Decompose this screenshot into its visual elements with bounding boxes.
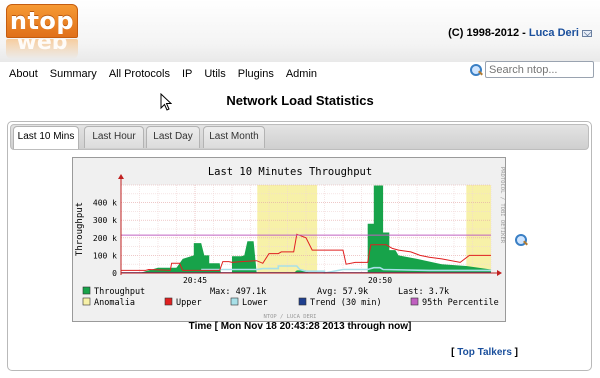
- stat-avg: Avg: 57.9k: [317, 287, 368, 297]
- footer-credit: NTOP / LUCA DERI: [264, 314, 317, 320]
- y-tick-label: 200 k: [93, 234, 117, 243]
- top-talkers: [ Top Talkers ]: [451, 347, 518, 358]
- y-tick-label: 300 k: [93, 216, 117, 225]
- side-credit: PROTOCOL / TOBI OETIKER: [499, 167, 505, 244]
- x-tick-label: 20:45: [183, 276, 207, 285]
- stat-last: Last: 3.7k: [398, 287, 449, 297]
- legend-label-anomalia: Anomalia: [94, 298, 135, 308]
- throughput-chart-svg: Last 10 Minutes Throughput 0 100 k 200 k 300…: [75, 166, 505, 320]
- legend-swatch-trend: [298, 297, 307, 306]
- tab-last-day[interactable]: Last Day: [146, 126, 200, 148]
- top-talkers-suffix: ]: [511, 347, 518, 358]
- x-tick-label: 20:50: [368, 276, 392, 285]
- legend-label-lower: Lower: [242, 298, 268, 308]
- legend-label-upper: Upper: [176, 298, 202, 308]
- legend-swatch-lower: [230, 297, 239, 306]
- nav-admin[interactable]: Admin: [286, 68, 317, 80]
- y-tick-label: 100 k: [93, 251, 117, 260]
- chart-title: Last 10 Minutes Throughput: [208, 166, 372, 178]
- author-link[interactable]: Luca Deri: [529, 27, 579, 39]
- zoom-icon[interactable]: [514, 233, 528, 247]
- nav-ip[interactable]: IP: [182, 68, 192, 80]
- logo-reflection: web: [6, 39, 78, 59]
- x-axis-arrow: [497, 270, 502, 276]
- mail-icon[interactable]: [582, 29, 592, 37]
- legend-swatch-percentile: [410, 297, 419, 306]
- nav-utils[interactable]: Utils: [204, 68, 225, 80]
- ntop-logo[interactable]: ntop: [6, 4, 78, 38]
- search-icon[interactable]: [469, 63, 483, 77]
- search-box: [469, 61, 594, 78]
- copyright-prefix: (C) 1998-2012 -: [448, 27, 529, 39]
- top-talkers-link[interactable]: Top Talkers: [457, 347, 512, 358]
- nav-about[interactable]: About: [9, 68, 38, 80]
- legend-swatch-upper: [164, 297, 173, 306]
- stat-max: Max: 497.1k: [210, 287, 266, 297]
- tab-last-hour[interactable]: Last Hour: [84, 126, 144, 148]
- nav-summary[interactable]: Summary: [50, 68, 97, 80]
- y-axis-title: Throughput: [75, 202, 85, 256]
- y-axis-arrow: [118, 174, 124, 179]
- page-title: Network Load Statistics: [226, 93, 374, 108]
- time-range: Time [ Mon Nov 18 20:43:28 2013 through …: [188, 321, 412, 332]
- legend-swatch-anomalia: [82, 297, 91, 306]
- legend-swatch-throughput: [82, 286, 91, 295]
- y-tick-label: 0: [112, 269, 117, 278]
- y-tick-label: 400 k: [93, 199, 117, 208]
- tab-last-month[interactable]: Last Month: [203, 126, 265, 148]
- legend-label-trend: Trend (30 min): [310, 298, 382, 308]
- nav-all-protocols[interactable]: All Protocols: [109, 68, 170, 80]
- legend-label-throughput: Throughput: [94, 287, 145, 297]
- throughput-graph[interactable]: Last 10 Minutes Throughput 0 100 k 200 k 300…: [72, 157, 506, 322]
- nav-plugins[interactable]: Plugins: [238, 68, 274, 80]
- legend-label-percentile: 95th Percentile: [422, 298, 499, 308]
- search-input[interactable]: [485, 61, 594, 78]
- main-nav: About Summary All Protocols IP Utils Plu…: [9, 68, 329, 80]
- copyright: (C) 1998-2012 - Luca Deri: [448, 27, 592, 39]
- tab-last-10-mins[interactable]: Last 10 Mins: [13, 126, 79, 149]
